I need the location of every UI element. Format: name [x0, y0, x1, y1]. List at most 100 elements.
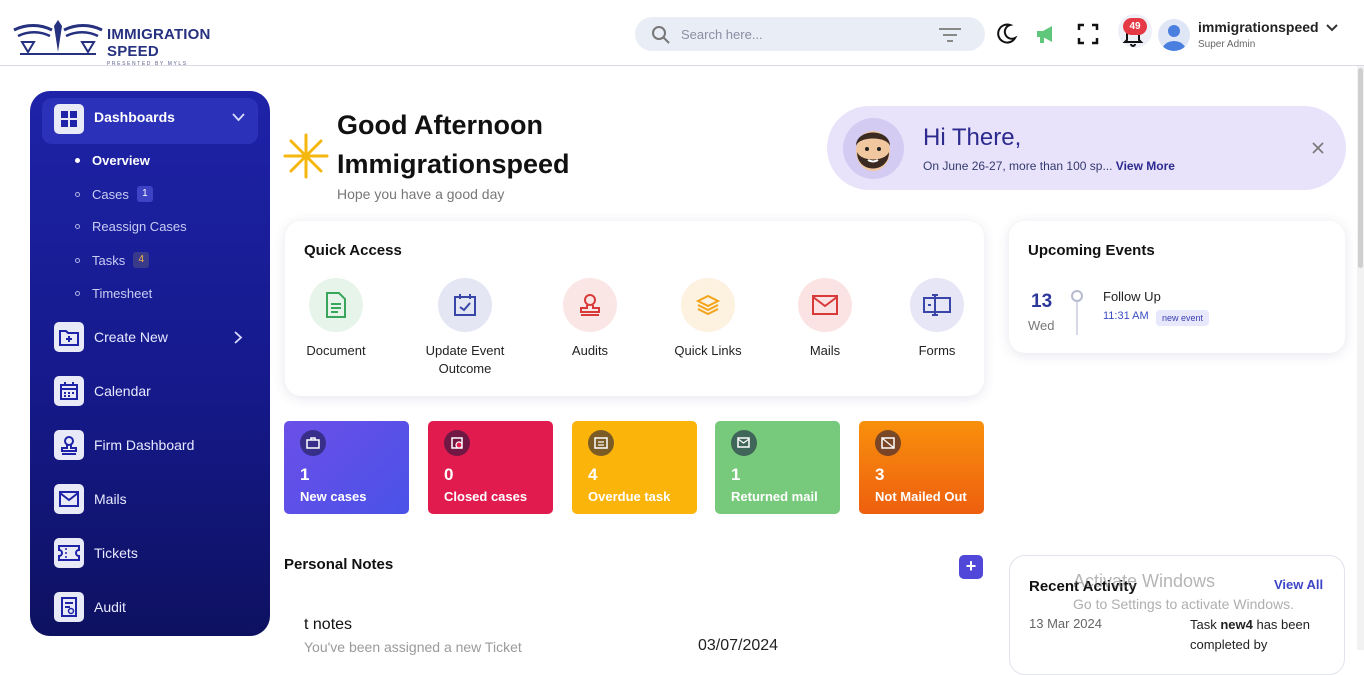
quick-access-title: Quick Access	[304, 242, 402, 259]
add-note-button[interactable]: +	[959, 555, 983, 579]
bearded-man-avatar-icon	[856, 131, 890, 171]
subitem-label: Overview	[92, 153, 150, 168]
hi-message-text: On June 26-27, more than 100 sp...	[923, 159, 1113, 173]
calendar-check-icon	[438, 278, 492, 332]
activity-text-pre: Task	[1190, 617, 1221, 632]
sidebar-item-tickets[interactable]: Tickets	[94, 545, 138, 561]
user-silhouette-icon	[1162, 25, 1186, 51]
notification-count-badge: 49	[1123, 18, 1147, 35]
note-subtitle: You've been assigned a new Ticket	[304, 639, 522, 655]
sidebar: Dashboards Overview Cases 1 Reassign Case…	[30, 91, 270, 636]
dark-mode-moon-icon[interactable]	[994, 22, 1018, 46]
hi-title: Hi There,	[923, 124, 1022, 151]
sidebar-item-audit[interactable]: Audit	[94, 599, 126, 615]
form-input-icon	[910, 278, 964, 332]
sidebar-subitem-tasks[interactable]: Tasks 4	[75, 252, 150, 268]
ticket-icon	[54, 538, 84, 568]
document-icon	[309, 278, 363, 332]
stat-label: New cases	[300, 489, 367, 504]
sidebar-subitem-reassign-cases[interactable]: Reassign Cases	[75, 219, 187, 234]
chevron-down-icon[interactable]	[232, 113, 245, 122]
hi-message: On June 26-27, more than 100 sp... View …	[923, 159, 1175, 173]
sidebar-item-firm-dashboard[interactable]: Firm Dashboard	[94, 437, 194, 453]
stat-card-not-mailed-out[interactable]: 3 Not Mailed Out	[859, 421, 984, 514]
stamp-icon	[563, 278, 617, 332]
greeting-subtitle: Hope you have a good day	[337, 186, 505, 202]
quick-access-label: Document	[306, 343, 366, 358]
eagle-scales-icon	[13, 20, 103, 55]
quick-access-label: Forms	[918, 343, 956, 358]
quick-access-forms[interactable]: Forms	[877, 278, 997, 360]
task-list-icon	[588, 430, 614, 456]
quick-access-quick-links[interactable]: Quick Links	[648, 278, 768, 360]
stat-card-new-cases[interactable]: 1 New cases	[284, 421, 409, 514]
chevron-down-icon[interactable]	[1326, 23, 1338, 33]
user-avatar[interactable]	[1158, 19, 1190, 51]
tasks-count-badge: 4	[133, 252, 150, 268]
timeline-node	[1071, 290, 1083, 302]
subitem-label: Tasks	[92, 252, 126, 268]
note-date: 03/07/2024	[698, 637, 779, 654]
memoji-avatar	[843, 118, 904, 179]
event-title[interactable]: Follow Up	[1103, 289, 1161, 304]
stat-label: Returned mail	[731, 489, 818, 504]
stat-label: Closed cases	[444, 489, 528, 504]
announcement-megaphone-icon[interactable]	[1034, 22, 1058, 46]
subitem-label: Cases	[92, 186, 129, 202]
sidebar-subitem-overview[interactable]: Overview	[75, 153, 150, 168]
cases-count-badge: 1	[136, 186, 153, 202]
brand-tagline: PRESENTED BY MYLS	[107, 61, 188, 67]
mail-x-icon	[731, 430, 757, 456]
activity-task-name: new4	[1220, 617, 1253, 632]
upcoming-events-card: Upcoming Events 13 Wed Follow Up 11:31 A…	[1009, 221, 1345, 353]
dashboard-grid-icon	[54, 104, 84, 134]
sidebar-item-mails[interactable]: Mails	[94, 491, 127, 507]
briefcase-icon	[300, 430, 326, 456]
stat-card-returned-mail[interactable]: 1 Returned mail	[715, 421, 840, 514]
closed-folder-icon	[444, 430, 470, 456]
event-time: 11:31 AM	[1103, 310, 1149, 322]
quick-access-audits[interactable]: Audits	[530, 278, 650, 360]
mail-icon	[54, 484, 84, 514]
stat-value: 1	[300, 465, 310, 484]
sun-icon	[283, 133, 329, 179]
close-icon[interactable]	[1311, 141, 1325, 155]
quick-access-card: Quick Access Document Update Event Outco…	[285, 221, 984, 396]
activate-windows-watermark: Activate Windows	[1073, 571, 1216, 591]
sidebar-item-calendar[interactable]: Calendar	[94, 383, 151, 399]
search-icon[interactable]	[651, 25, 671, 45]
stat-card-closed-cases[interactable]: 0 Closed cases	[428, 421, 553, 514]
greeting-name: Immigrationspeed	[337, 149, 570, 179]
hi-there-banner: Hi There, On June 26-27, more than 100 s…	[827, 106, 1346, 190]
sidebar-subitem-timesheet[interactable]: Timesheet	[75, 286, 152, 301]
activity-date: 13 Mar 2024	[1029, 616, 1102, 631]
quick-access-label: Mails	[809, 343, 841, 358]
stat-card-overdue-task[interactable]: 4 Overdue task	[572, 421, 697, 514]
stat-value: 3	[875, 465, 885, 484]
view-more-link[interactable]: View More	[1116, 159, 1175, 173]
brand-logo[interactable]: IMMIGRATION SPEED PRESENTED BY MYLS	[12, 16, 210, 67]
sidebar-subitem-cases[interactable]: Cases 1	[75, 186, 153, 202]
quick-access-update-event-outcome[interactable]: Update Event Outcome	[405, 278, 525, 378]
search-input[interactable]	[681, 24, 921, 44]
quick-access-label: Audits	[571, 343, 609, 358]
fullscreen-icon[interactable]	[1076, 22, 1100, 46]
activity-text: Task new4 has been completed by	[1190, 615, 1340, 655]
quick-access-mails[interactable]: Mails	[765, 278, 885, 360]
folder-plus-icon	[54, 322, 84, 352]
top-bar: IMMIGRATION SPEED PRESENTED BY MYLS 49	[0, 0, 1364, 67]
sidebar-item-create-new[interactable]: Create New	[94, 329, 168, 345]
quick-access-document[interactable]: Document	[276, 278, 396, 360]
view-all-link[interactable]: View All	[1274, 577, 1323, 592]
stat-value: 4	[588, 465, 598, 484]
subitem-label: Timesheet	[92, 286, 153, 301]
filter-icon[interactable]	[938, 27, 962, 43]
chevron-right-icon[interactable]	[234, 331, 243, 344]
stat-value: 0	[444, 465, 454, 484]
user-name[interactable]: immigrationspeed	[1198, 19, 1319, 35]
mail-off-icon	[875, 430, 901, 456]
stamp-icon	[54, 430, 84, 460]
scrollbar-thumb[interactable]	[1358, 68, 1363, 268]
note-title[interactable]: t notes	[304, 616, 352, 634]
sidebar-label-dashboards: Dashboards	[94, 109, 175, 125]
